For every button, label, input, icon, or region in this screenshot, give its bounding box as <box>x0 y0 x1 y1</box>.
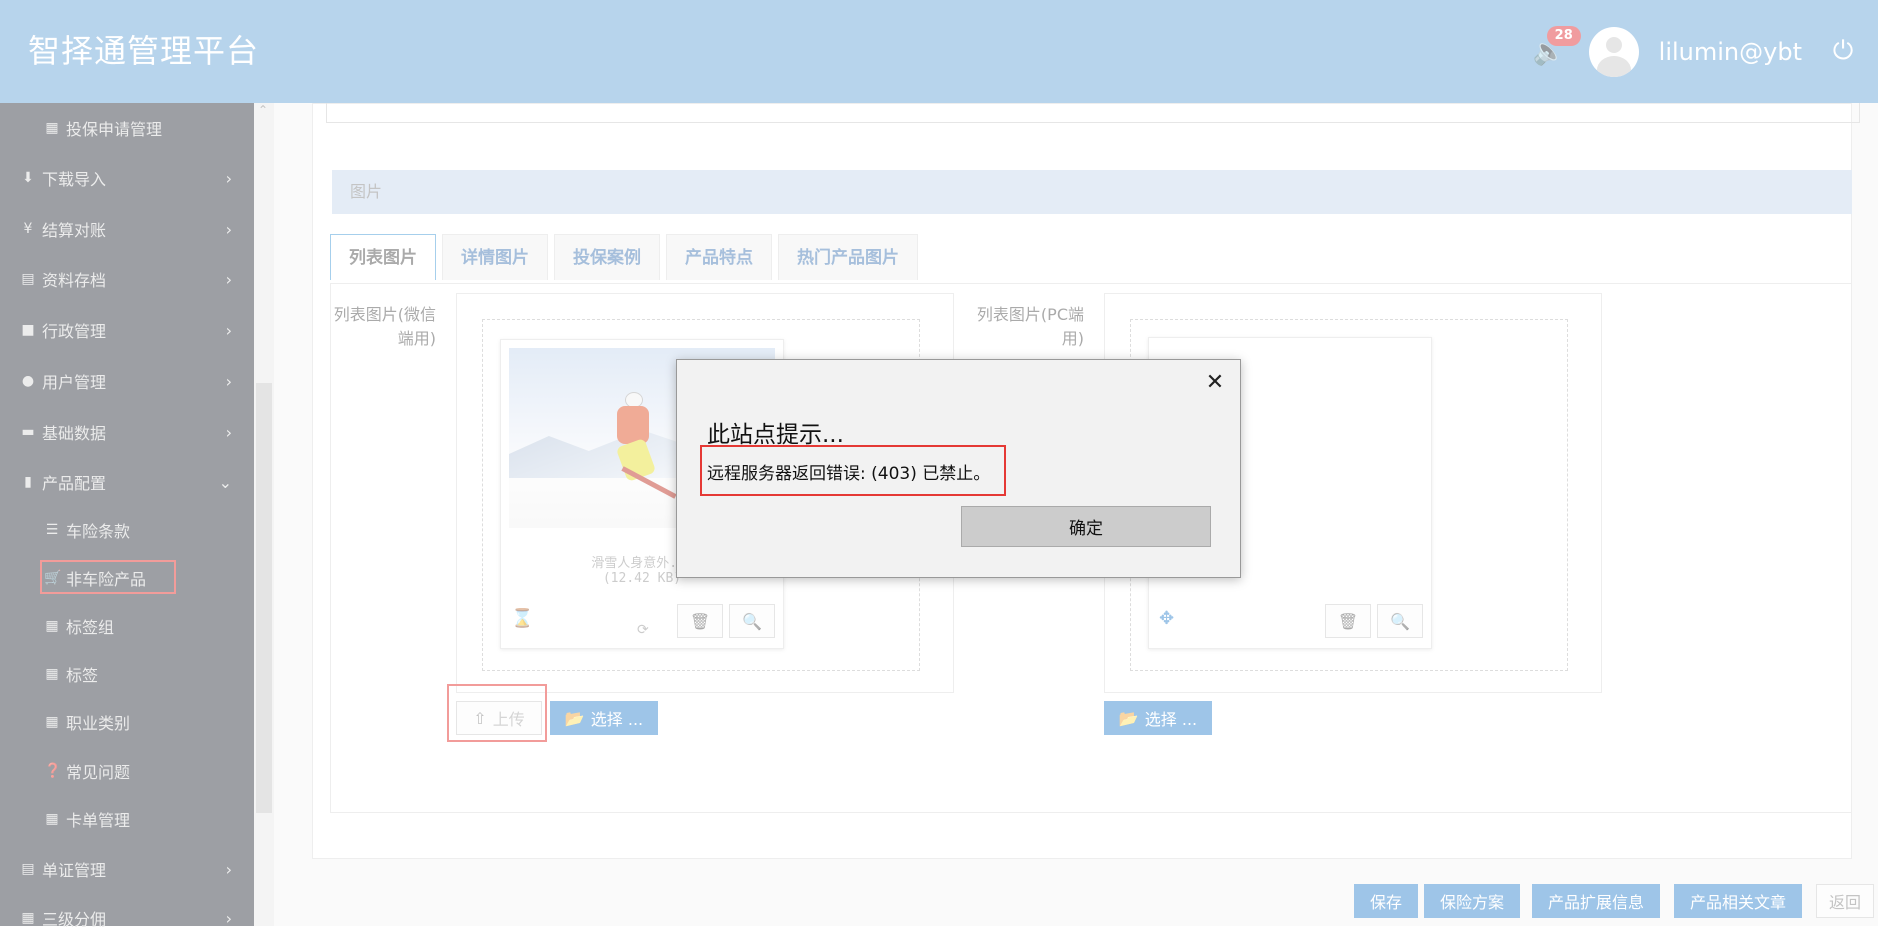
highlight-sidebar-item <box>40 560 176 594</box>
back-button[interactable]: 返回 <box>1816 884 1874 918</box>
zoom-button-pc[interactable]: 🔍 <box>1377 604 1423 638</box>
user-icon: ● <box>21 373 35 389</box>
image-tabs: 列表图片 详情图片 投保案例 产品特点 热门产品图片 <box>330 234 924 280</box>
sidebar: ▦ 投保申请管理 ⬇ 下载导入 › ¥ 结算对账 › ▤ 资料存档 › ■ 行政管理 › ● 用户管… <box>0 103 254 929</box>
chevron-right-icon: › <box>225 168 232 188</box>
list-icon: ☰ <box>45 522 59 538</box>
hourglass-icon: ⌛ <box>511 608 534 629</box>
chevron-down-icon: ⌄ <box>218 472 232 492</box>
spinner-icon: ⟳ <box>637 622 649 638</box>
trash-icon: 🗑 <box>1337 611 1359 631</box>
scroll-thumb[interactable] <box>256 383 272 813</box>
zoom-button[interactable]: 🔍 <box>729 604 775 638</box>
zoom-icon: 🔍 <box>742 611 762 631</box>
brand-title: 智择通管理平台 <box>28 32 260 70</box>
avatar[interactable] <box>1588 26 1639 77</box>
top-header: 智择通管理平台 🔈 28 lilumin@ybt ⏻ <box>0 0 1878 103</box>
sidebar-item-settlement[interactable]: ¥ 结算对账 › <box>0 204 254 254</box>
yen-icon: ¥ <box>23 221 33 237</box>
trash-icon: 🗑 <box>689 611 711 631</box>
alert-dialog: ✕ 此站点提示... 远程服务器返回错误: (403) 已禁止。 确定 <box>676 359 1241 578</box>
sidebar-item-documents[interactable]: ▤ 单证管理 › <box>0 844 254 894</box>
chevron-right-icon: › <box>225 269 232 289</box>
question-icon: ❓ <box>44 763 62 779</box>
sidebar-item-commission[interactable]: ▦ 三级分佣 › <box>0 893 254 943</box>
chevron-right-icon: › <box>225 422 232 442</box>
move-icon[interactable]: ✥ <box>1159 608 1174 629</box>
grid-icon: ▦ <box>45 120 59 136</box>
folder-open-icon: 📂 <box>1118 708 1139 728</box>
sidebar-item-admin[interactable]: ■ 行政管理 › <box>0 305 254 355</box>
tab-list-image[interactable]: 列表图片 <box>330 234 436 280</box>
notification-badge: 28 <box>1546 25 1581 46</box>
sidebar-item-tag-group[interactable]: ▦ 标签组 <box>0 601 254 651</box>
grid-icon: ▦ <box>21 910 35 926</box>
dialog-message: 远程服务器返回错误: (403) 已禁止。 <box>707 464 991 484</box>
grid-icon: ▦ <box>45 666 59 682</box>
folder-open-icon: 📂 <box>564 708 585 728</box>
field-label-wechat: 列表图片(微信 端用) <box>333 305 436 348</box>
delete-button[interactable]: 🗑 <box>677 604 723 638</box>
chevron-right-icon: › <box>225 219 232 239</box>
tab-features[interactable]: 产品特点 <box>666 234 772 280</box>
grid-icon: ▦ <box>45 811 59 827</box>
header-right: 🔈 28 lilumin@ybt ⏻ <box>1529 0 1878 103</box>
insurance-plan-button[interactable]: 保险方案 <box>1424 884 1520 918</box>
username[interactable]: lilumin@ybt <box>1659 38 1802 66</box>
sidebar-item-users[interactable]: ● 用户管理 › <box>0 356 254 406</box>
chevron-right-icon: › <box>225 859 232 879</box>
ok-button[interactable]: 确定 <box>961 506 1211 547</box>
sidebar-item-occupation[interactable]: ▦ 职业类别 <box>0 697 254 747</box>
select-button-pc[interactable]: 📂 选择 ... <box>1104 701 1212 735</box>
archive-icon: ▤ <box>21 271 35 287</box>
folder-icon: ■ <box>21 322 35 338</box>
tab-hot-product[interactable]: 热门产品图片 <box>778 234 918 280</box>
sidebar-item-card[interactable]: ▦ 卡单管理 <box>0 794 254 844</box>
dialog-title: 此站点提示... <box>707 422 844 448</box>
save-button[interactable]: 保存 <box>1354 884 1418 918</box>
sidebar-scrollbar[interactable]: ⌃ <box>254 103 274 926</box>
product-ext-button[interactable]: 产品扩展信息 <box>1532 884 1660 918</box>
sidebar-item-auto-terms[interactable]: ☰ 车险条款 <box>0 505 254 555</box>
product-articles-button[interactable]: 产品相关文章 <box>1674 884 1802 918</box>
sidebar-item-faq[interactable]: ❓ 常见问题 <box>0 746 254 796</box>
chevron-right-icon: › <box>225 371 232 391</box>
sidebar-item-download[interactable]: ⬇ 下载导入 › <box>0 153 254 203</box>
close-icon[interactable]: ✕ <box>1204 372 1226 394</box>
section-header: 图片 <box>332 170 1852 214</box>
hdd-icon: ▬ <box>21 424 35 440</box>
book-icon: ▮ <box>24 474 32 490</box>
delete-button-pc[interactable]: 🗑 <box>1325 604 1371 638</box>
select-button-wechat[interactable]: 📂 选择 ... <box>550 701 658 735</box>
notification-button[interactable]: 🔈 28 <box>1529 25 1581 72</box>
power-icon[interactable]: ⏻ <box>1828 36 1858 67</box>
tab-detail-image[interactable]: 详情图片 <box>442 234 548 280</box>
grid-icon: ▦ <box>45 714 59 730</box>
top-strip <box>326 103 1860 123</box>
grid-icon: ▦ <box>45 618 59 634</box>
field-label-pc: 列表图片(PC端 用) <box>976 305 1084 348</box>
tab-case[interactable]: 投保案例 <box>554 234 660 280</box>
sidebar-item-tag[interactable]: ▦ 标签 <box>0 649 254 699</box>
sidebar-item-basedata[interactable]: ▬ 基础数据 › <box>0 407 254 457</box>
download-icon: ⬇ <box>22 170 34 186</box>
sidebar-item-application[interactable]: ▦ 投保申请管理 <box>0 103 254 153</box>
scroll-up-icon[interactable]: ⌃ <box>258 103 268 117</box>
zoom-icon: 🔍 <box>1390 611 1410 631</box>
sidebar-item-product-config[interactable]: ▮ 产品配置 ⌄ <box>0 457 254 507</box>
highlight-upload <box>447 684 547 742</box>
chevron-right-icon: › <box>225 320 232 340</box>
sidebar-item-archive[interactable]: ▤ 资料存档 › <box>0 254 254 304</box>
doc-icon: ▤ <box>21 861 35 877</box>
chevron-right-icon: › <box>225 908 232 928</box>
